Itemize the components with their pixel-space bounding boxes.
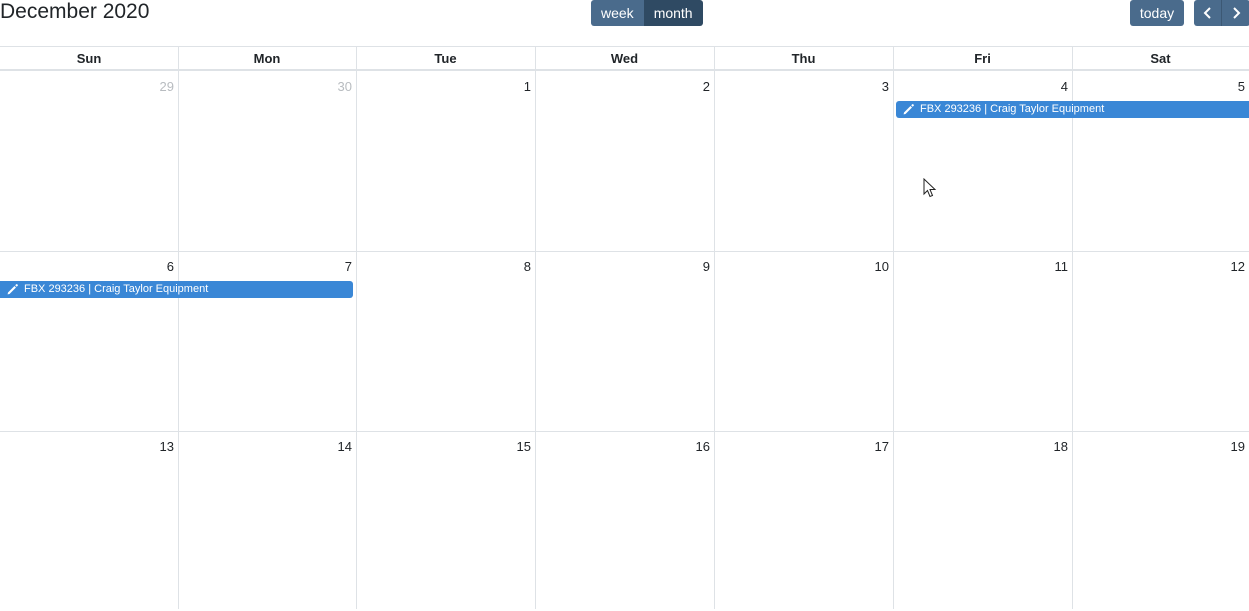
day-cell[interactable] [1072,252,1249,431]
day-number[interactable]: 3 [849,79,889,95]
day-cell[interactable] [535,432,714,611]
day-number[interactable]: 13 [134,439,174,455]
day-cell[interactable] [356,72,535,251]
day-cell[interactable] [1072,72,1249,251]
calendar-toolbar: December 2020 week month today [0,0,1249,30]
prev-button[interactable] [1194,0,1222,26]
today-button[interactable]: today [1130,0,1184,26]
day-number[interactable]: 12 [1205,259,1245,275]
day-number[interactable]: 10 [849,259,889,275]
day-cell[interactable] [535,252,714,431]
nav-buttons [1194,0,1249,26]
day-cell[interactable] [535,72,714,251]
weekday-sat: Sat [1150,51,1171,66]
event-title: FBX 293236 | Craig Taylor Equipment [920,103,1105,115]
calendar-event[interactable]: FBX 293236 | Craig Taylor Equipment [0,281,353,298]
day-number[interactable]: 19 [1205,439,1245,455]
pencil-icon [7,284,18,295]
weekday-tue: Tue [434,51,457,66]
pencil-icon [903,104,914,115]
day-number[interactable]: 18 [1028,439,1068,455]
chevron-right-icon [1233,7,1241,19]
weekday-wed: Wed [610,51,639,66]
day-number[interactable]: 5 [1205,79,1245,95]
day-cell[interactable] [714,72,893,251]
day-cell[interactable] [178,252,356,431]
weekday-thu: Thu [791,51,816,66]
day-cell[interactable] [893,252,1072,431]
weekday-header: Sun Mon Tue Wed Thu Fri Sat [0,46,1249,71]
day-number[interactable]: 11 [1028,259,1069,275]
day-number[interactable]: 17 [849,439,889,455]
day-number[interactable]: 14 [312,439,352,455]
day-number[interactable]: 16 [670,439,710,455]
day-cell[interactable] [178,72,356,251]
week-view-button[interactable]: week [591,0,644,26]
day-cell[interactable] [714,432,893,611]
view-switcher: week month [591,0,703,26]
day-cell[interactable] [0,432,178,611]
day-cell[interactable] [1072,432,1249,611]
day-number[interactable]: 29 [134,79,174,95]
next-button[interactable] [1222,0,1249,26]
day-cell[interactable] [356,432,535,611]
weekday-sun: Sun [76,51,102,66]
day-number[interactable]: 8 [491,259,531,275]
day-cell[interactable] [893,432,1072,611]
day-cell[interactable] [178,432,356,611]
weekday-mon: Mon [253,51,281,66]
day-cell[interactable] [0,72,178,251]
month-view-button[interactable]: month [643,0,703,26]
day-number[interactable]: 2 [670,79,710,95]
day-cell[interactable] [0,252,178,431]
day-number[interactable]: 1 [491,79,531,95]
day-number[interactable]: 6 [134,259,174,275]
day-cell[interactable] [893,72,1072,251]
day-number[interactable]: 15 [491,439,531,455]
calendar-title: December 2020 [0,0,150,23]
weekday-fri: Fri [974,51,991,66]
day-cell[interactable] [714,252,893,431]
day-cell[interactable] [356,252,535,431]
day-number[interactable]: 4 [1028,79,1068,95]
event-title: FBX 293236 | Craig Taylor Equipment [24,283,209,295]
calendar-event[interactable]: FBX 293236 | Craig Taylor Equipment [896,101,1249,118]
day-number[interactable]: 9 [670,259,710,275]
day-number[interactable]: 7 [312,259,352,275]
mouse-cursor-icon [923,178,937,198]
chevron-left-icon [1203,7,1211,19]
day-number[interactable]: 30 [312,79,352,95]
